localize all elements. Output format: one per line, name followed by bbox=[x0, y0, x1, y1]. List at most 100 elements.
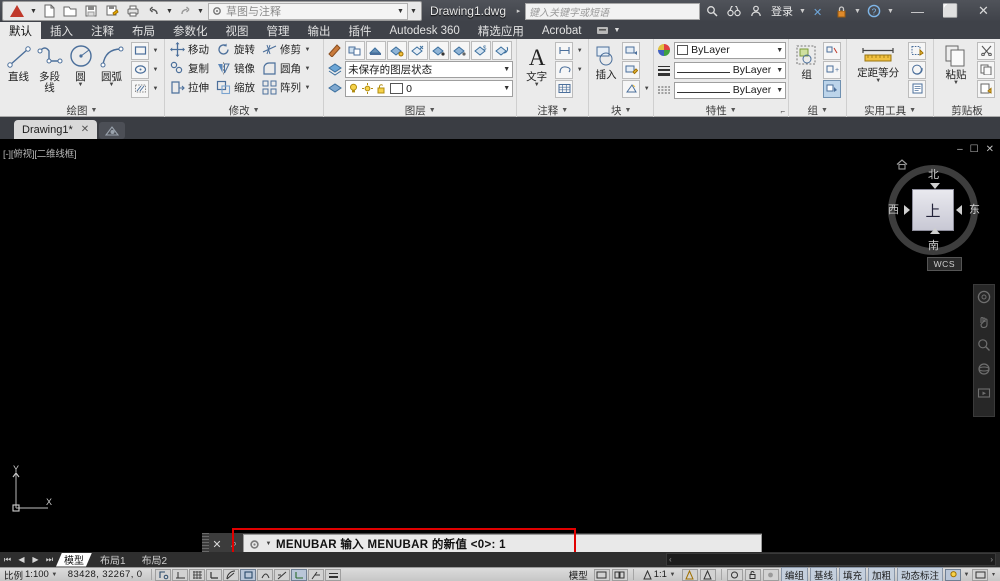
viewcube-west-label[interactable]: 西 bbox=[888, 201, 899, 217]
trim-dropdown-icon[interactable]: ▼ bbox=[304, 47, 311, 53]
tool-line[interactable]: 直线 bbox=[3, 41, 34, 83]
binoculars-icon[interactable] bbox=[724, 1, 744, 21]
layer-prev-icon[interactable] bbox=[492, 40, 513, 60]
new-icon[interactable] bbox=[39, 2, 59, 20]
panel-group-expand-icon[interactable]: ▼ bbox=[821, 107, 828, 114]
viewcube-north-label[interactable]: 北 bbox=[928, 166, 939, 182]
tool-edit-attributes[interactable] bbox=[620, 60, 652, 79]
hardware-accel-icon[interactable] bbox=[762, 568, 779, 581]
tool-stretch-label[interactable]: 拉伸 bbox=[188, 80, 209, 95]
panel-block-title[interactable]: 块 ▼ bbox=[589, 103, 653, 117]
viewport-label[interactable]: [-][俯视][二维线框] bbox=[3, 146, 77, 160]
viewport-close-icon[interactable]: ✕ bbox=[986, 144, 994, 155]
status-hatch-label[interactable]: 填充 bbox=[838, 566, 866, 581]
orbit-icon[interactable] bbox=[976, 360, 993, 377]
color-wheel-icon[interactable] bbox=[657, 43, 671, 57]
tool-group-select[interactable] bbox=[821, 79, 843, 98]
ribbon-tab-view[interactable]: 视图 bbox=[217, 22, 258, 39]
close-button[interactable]: ✕ bbox=[967, 0, 1000, 22]
tool-quick-calc[interactable] bbox=[906, 60, 928, 79]
command-line-close-icon[interactable]: ✕ bbox=[209, 538, 225, 551]
ribbon-tab-annotate[interactable]: 注释 bbox=[82, 22, 123, 39]
layer-prop-icon[interactable] bbox=[327, 40, 343, 59]
tool-define-attribute[interactable]: ▼ bbox=[620, 79, 652, 98]
clean-screen-icon[interactable] bbox=[972, 568, 988, 581]
status-right-group[interactable]: 模型 1:1 ▼ 编组 基线 填充 加粗 动态标注 ▼ ▾ bbox=[565, 566, 1000, 581]
layer-thaw-icon[interactable] bbox=[362, 83, 374, 94]
layer-name-dropdown-icon[interactable]: ▼ bbox=[501, 85, 510, 92]
status-baseline-label[interactable]: 基线 bbox=[809, 566, 837, 581]
tool-cut[interactable] bbox=[975, 41, 997, 60]
tool-leader[interactable]: ▼ bbox=[553, 60, 585, 79]
properties-dialog-launcher[interactable]: ⌐ bbox=[781, 107, 786, 116]
viewcube-arrow-west[interactable] bbox=[904, 205, 910, 215]
viewcube-arrow-east[interactable] bbox=[956, 205, 962, 215]
annot-scale-dropdown-icon[interactable]: ▼ bbox=[669, 572, 676, 578]
status-model-label[interactable]: 模型 bbox=[565, 567, 592, 581]
command-gear-dropdown-icon[interactable]: ▼ bbox=[265, 541, 272, 547]
layout-next-button[interactable]: ▶ bbox=[29, 553, 42, 566]
panel-properties-title[interactable]: 特性 ▼ ⌐ bbox=[654, 103, 788, 117]
ribbon-tab-insert[interactable]: 插入 bbox=[41, 22, 82, 39]
status-toggles-left[interactable] bbox=[155, 568, 342, 581]
search-button-icon[interactable] bbox=[702, 1, 722, 21]
tool-scale-label[interactable]: 缩放 bbox=[234, 80, 255, 95]
panel-draw-title[interactable]: 绘图 ▼ bbox=[0, 103, 164, 117]
save-icon[interactable] bbox=[81, 2, 101, 20]
tool-polyline[interactable]: 多段线 bbox=[34, 41, 65, 94]
drawing-canvas[interactable]: [-][俯视][二维线框] – ☐ ✕ 上 北 南 西 东 WCS Y X bbox=[0, 139, 1000, 552]
dimension-dropdown-icon[interactable]: ▼ bbox=[576, 48, 583, 54]
security-dropdown-icon[interactable]: ▼ bbox=[853, 2, 862, 20]
ribbon-tab-bar[interactable]: 默认 插入 注释 布局 参数化 视图 管理 输出 插件 Autodesk 360… bbox=[0, 22, 1000, 39]
layer-state-dropdown-icon[interactable]: ▼ bbox=[501, 66, 510, 73]
status-expand-icon[interactable]: ▾ bbox=[990, 571, 997, 578]
layout-tab-model[interactable]: 模型 bbox=[56, 553, 92, 567]
ellipse-dropdown-icon[interactable]: ▼ bbox=[152, 67, 159, 73]
panel-modify-expand-icon[interactable]: ▼ bbox=[253, 107, 260, 114]
panel-block-expand-icon[interactable]: ▼ bbox=[624, 107, 631, 114]
tool-group-edit[interactable]: + bbox=[821, 60, 843, 79]
lineweight-dropdown-icon[interactable]: ▼ bbox=[774, 67, 783, 74]
horizontal-scroll-area[interactable]: ‹ › bbox=[175, 553, 1000, 566]
logo-dropdown-icon[interactable]: ▼ bbox=[29, 2, 38, 20]
viewcube[interactable]: 上 北 南 西 东 bbox=[882, 159, 984, 261]
quick-view-drawings-icon[interactable] bbox=[611, 568, 628, 581]
quick-view-layouts-icon[interactable] bbox=[593, 568, 610, 581]
tool-rectangle[interactable]: ▼ bbox=[129, 41, 161, 60]
tool-copy-clip[interactable] bbox=[975, 60, 997, 79]
horizontal-scrollbar[interactable]: ‹ › bbox=[666, 553, 996, 566]
maximize-button[interactable]: ⬜ bbox=[934, 0, 967, 22]
open-icon[interactable] bbox=[60, 2, 80, 20]
layer-name-combo[interactable]: 0 ▼ bbox=[345, 80, 514, 97]
command-gear-icon[interactable] bbox=[247, 537, 261, 551]
tool-insert-block[interactable]: 插入 bbox=[592, 41, 620, 81]
status-bold-label[interactable]: 加粗 bbox=[867, 566, 895, 581]
plot-icon[interactable] bbox=[123, 2, 143, 20]
ribbon-tab-overflow[interactable]: ▼ bbox=[590, 21, 621, 39]
tool-circle-dropdown-icon[interactable]: ▼ bbox=[78, 82, 84, 88]
new-tab-button[interactable] bbox=[99, 122, 126, 139]
tool-ellipse[interactable]: ▼ bbox=[129, 60, 161, 79]
scale-dropdown-icon[interactable]: ▼ bbox=[51, 572, 58, 578]
panel-draw-expand-icon[interactable]: ▼ bbox=[91, 107, 98, 114]
measure-dropdown-icon[interactable]: ▼ bbox=[875, 78, 881, 84]
tool-copy-label[interactable]: 复制 bbox=[188, 61, 209, 76]
panel-modify-title[interactable]: 修改 ▼ bbox=[165, 103, 323, 117]
ribbon-tab-parametric[interactable]: 参数化 bbox=[164, 22, 217, 39]
saveas-icon[interactable] bbox=[102, 2, 122, 20]
tool-rotate-label[interactable]: 旋转 bbox=[234, 42, 255, 57]
status-group-label[interactable]: 编组 bbox=[780, 566, 808, 581]
tool-measure[interactable]: 定距等分 ▼ bbox=[850, 41, 906, 84]
paste-dropdown-icon[interactable]: ▼ bbox=[953, 80, 959, 86]
scroll-left-icon[interactable]: ‹ bbox=[669, 555, 672, 564]
minimize-button[interactable]: — bbox=[901, 0, 934, 22]
ribbon-tab-addins[interactable]: 插件 bbox=[340, 22, 381, 39]
ucs-status-icon[interactable] bbox=[291, 568, 308, 581]
panel-utilities-title[interactable]: 实用工具 ▼ bbox=[847, 103, 933, 117]
window-controls[interactable]: — ⬜ ✕ bbox=[901, 0, 1000, 22]
tool-table[interactable] bbox=[553, 79, 585, 98]
linetype-dropdown-icon[interactable]: ▼ bbox=[774, 87, 783, 94]
command-input[interactable]: ▼ MENUBAR 输入 MENUBAR 的新值 <0>: 1 bbox=[243, 534, 762, 554]
rectangle-dropdown-icon[interactable]: ▼ bbox=[152, 48, 159, 54]
ortho-icon[interactable] bbox=[206, 568, 223, 581]
